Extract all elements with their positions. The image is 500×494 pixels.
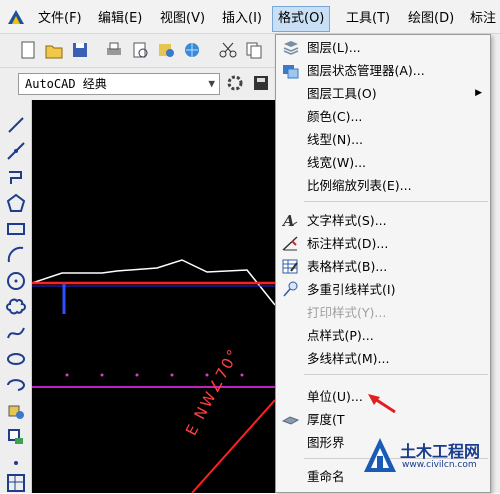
menu-draw[interactable]: 绘图(D) — [408, 9, 454, 29]
ellipse-arc-icon[interactable] — [5, 374, 27, 396]
menu-item-lineweight[interactable]: 线宽(W)... — [276, 151, 490, 174]
menu-file[interactable]: 文件(F) — [38, 9, 82, 29]
plot-preview-icon[interactable] — [130, 40, 150, 60]
watermark-logo-icon — [364, 438, 396, 472]
insert-block-icon[interactable] — [5, 400, 27, 422]
menu-item-layer-state-manager[interactable]: 图层状态管理器(A)... — [276, 59, 490, 82]
text-style-icon: A — [282, 212, 298, 229]
right-toolbar-strip — [491, 34, 500, 493]
menu-item-plot-style: 打印样式(Y)... — [307, 305, 387, 320]
workspace-save-icon[interactable] — [251, 73, 271, 93]
copy-icon[interactable] — [244, 40, 264, 60]
table-style-icon — [282, 259, 298, 274]
menu-item-multiline-style[interactable]: 多线样式(M)... — [276, 347, 490, 370]
workspace-dropdown[interactable]: AutoCAD 经典 ▼ — [18, 73, 220, 95]
watermark-title: 土木工程网 — [400, 442, 481, 461]
menu-format[interactable]: 格式(O) — [272, 6, 331, 32]
menu-separator — [304, 201, 488, 202]
menu-dimension[interactable]: 标注 — [470, 9, 496, 29]
spline-icon[interactable] — [5, 322, 27, 344]
menu-item-layer-tools[interactable]: 图层工具(O) ▶ — [276, 82, 490, 105]
menu-item-scale-list[interactable]: 比例缩放列表(E)... — [276, 174, 490, 197]
menu-insert[interactable]: 插入(I) — [222, 9, 262, 29]
menu-bar: 文件(F) 编辑(E) 视图(V) 插入(I) 格式(O) 工具(T) 绘图(D… — [0, 0, 500, 34]
svg-text:A: A — [282, 212, 295, 229]
layer-state-manager-icon — [283, 65, 299, 79]
watermark: 土木工程网 www.civilcn.com — [360, 432, 500, 482]
workspace-dropdown-value: AutoCAD 经典 — [25, 77, 107, 91]
menu-separator — [304, 374, 488, 375]
make-block-icon[interactable] — [5, 426, 27, 448]
menu-item-units[interactable]: 单位(U)... — [276, 385, 490, 408]
menu-edit[interactable]: 编辑(E) — [98, 9, 142, 29]
construction-line-icon[interactable] — [5, 140, 27, 162]
menu-item-color[interactable]: 颜色(C)... — [276, 105, 490, 128]
menu-item-multileader-style[interactable]: 多重引线样式(I) — [276, 278, 490, 301]
workspace-toolbar: AutoCAD 经典 ▼ — [0, 68, 275, 100]
publish-icon[interactable] — [156, 40, 176, 60]
circle-icon[interactable] — [5, 270, 27, 292]
menu-tools[interactable]: 工具(T) — [346, 9, 390, 29]
point-icon[interactable] — [5, 452, 27, 474]
polyline-icon[interactable] — [5, 166, 27, 188]
draw-toolbar — [0, 100, 32, 493]
rectangle-icon[interactable] — [5, 218, 27, 240]
menu-item-table-style[interactable]: 表格样式(B)... — [276, 255, 490, 278]
thickness-icon — [282, 416, 299, 425]
menu-item-text-style[interactable]: A 文字样式(S)... — [276, 209, 490, 232]
drawing-canvas[interactable]: E NW∠70° — [32, 100, 275, 493]
open-file-icon[interactable] — [44, 40, 64, 60]
menu-item-thickness[interactable]: 厚度(T — [276, 408, 490, 431]
drawing-geometry — [32, 259, 275, 493]
menu-item-layer[interactable]: 图层(L)... — [276, 36, 490, 59]
new-file-icon[interactable] — [18, 40, 38, 60]
dimension-style-icon — [282, 236, 298, 251]
format-dropdown-menu: 图层(L)... 图层状态管理器(A)... 图层工具(O) ▶ 颜色(C)..… — [275, 34, 491, 493]
line-tool-icon[interactable] — [5, 114, 27, 136]
menu-view[interactable]: 视图(V) — [160, 9, 205, 29]
watermark-url: www.civilcn.com — [402, 460, 477, 470]
menu-item-linetype[interactable]: 线型(N)... — [276, 128, 490, 151]
app-logo-icon[interactable] — [6, 8, 26, 26]
chevron-down-icon: ▼ — [208, 77, 215, 90]
publish-web-icon[interactable] — [182, 40, 202, 60]
menu-item-point-style[interactable]: 点样式(P)... — [276, 324, 490, 347]
ellipse-icon[interactable] — [5, 348, 27, 370]
workspace-settings-icon[interactable] — [225, 73, 245, 93]
hatch-icon[interactable] — [5, 472, 27, 494]
multileader-style-icon — [283, 281, 298, 297]
submenu-arrow-icon: ▶ — [475, 88, 482, 98]
save-icon[interactable] — [70, 40, 90, 60]
arc-icon[interactable] — [5, 244, 27, 266]
standard-toolbar — [0, 34, 275, 68]
polygon-icon[interactable] — [5, 192, 27, 214]
layers-icon — [283, 41, 299, 55]
revision-cloud-icon[interactable] — [5, 296, 27, 318]
plot-icon[interactable] — [104, 40, 124, 60]
menu-item-dimension-style[interactable]: 标注样式(D)... — [276, 232, 490, 255]
cut-icon[interactable] — [218, 40, 238, 60]
